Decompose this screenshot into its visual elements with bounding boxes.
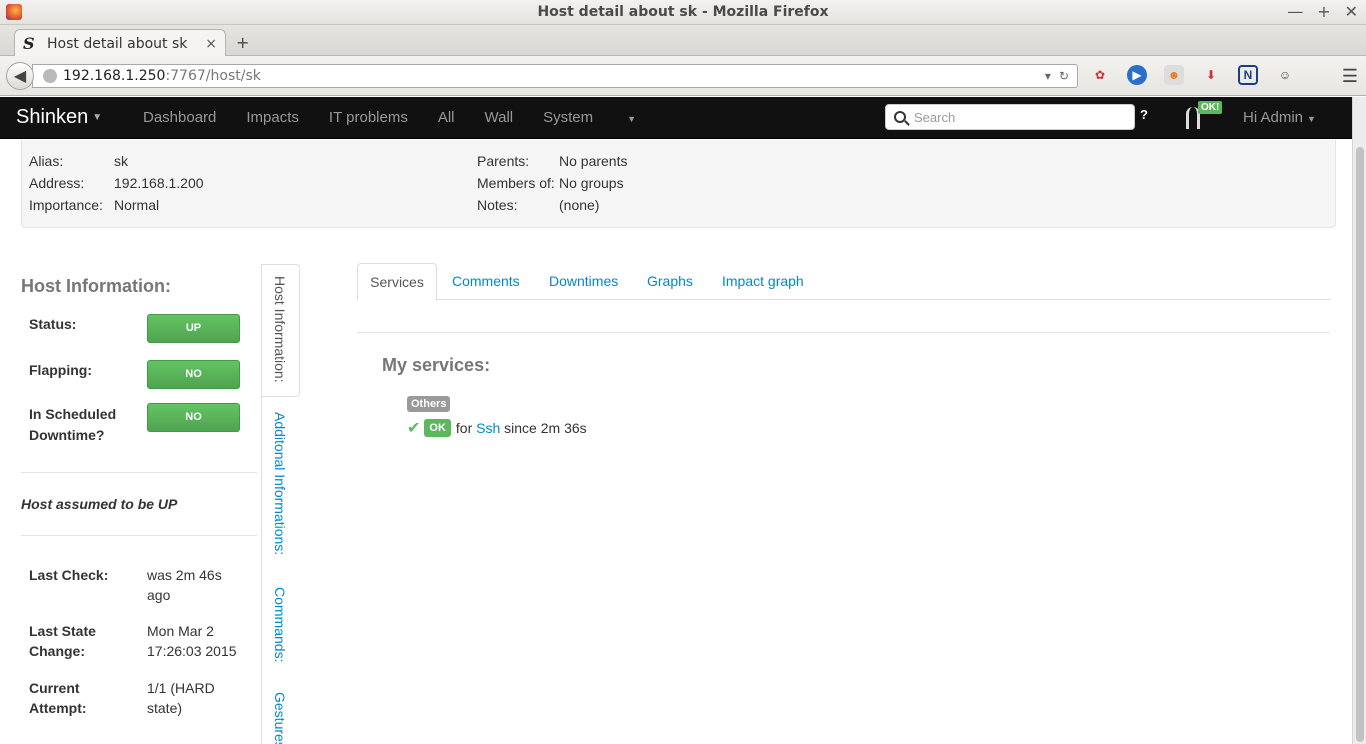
chevron-down-icon: ▼ xyxy=(627,114,637,124)
scrollbar-thumb[interactable] xyxy=(1356,147,1364,742)
addon-n-icon[interactable]: N xyxy=(1238,65,1258,85)
importance-row: Importance: Normal xyxy=(29,197,160,213)
addon-chat-icon[interactable]: ☺ xyxy=(1275,65,1295,85)
main-menu: Dashboard Impacts IT problems All Wall S… xyxy=(143,109,666,126)
service-row: ✔ OK for Ssh since 2m 36s xyxy=(407,418,587,438)
side-tabs: Host Information: Additonal Informations… xyxy=(261,264,300,744)
chevron-down-icon: ▼ xyxy=(92,112,103,124)
divider xyxy=(21,472,257,473)
address-row: Address: 192.168.1.200 xyxy=(29,175,204,191)
menu-all[interactable]: All xyxy=(438,109,455,126)
status-label: Status: xyxy=(29,316,77,332)
alias-row: Alias: sk xyxy=(29,153,128,169)
parents-row: Parents: No parents xyxy=(477,153,628,169)
menu-system[interactable]: System ▼ xyxy=(543,109,636,126)
importance-value: Normal xyxy=(114,197,160,213)
shinken-navbar: Shinken ▼ Dashboard Impacts IT problems A… xyxy=(0,97,1352,139)
menu-impacts[interactable]: Impacts xyxy=(246,109,299,126)
tab-downtimes[interactable]: Downtimes xyxy=(549,263,618,300)
checkmark-icon: ✔ xyxy=(407,420,421,437)
back-arrow-icon: ◀ xyxy=(13,68,27,85)
shinken-favicon-icon: S xyxy=(23,34,35,53)
reload-icon[interactable]: ↻ xyxy=(1059,69,1069,83)
tab-additional-informations[interactable]: Additonal Informations: xyxy=(272,412,288,555)
url-bar[interactable]: 192.168.1.250:7767/host/sk ▾ ↻ xyxy=(32,64,1078,88)
addon-ghostery-icon[interactable]: ☻ xyxy=(1164,65,1184,85)
chevron-down-icon: ▼ xyxy=(1307,114,1316,124)
window-titlebar: Host detail about sk - Mozilla Firefox —… xyxy=(0,0,1366,25)
host-assumed-text: Host assumed to be UP xyxy=(21,496,178,512)
search-input[interactable] xyxy=(914,109,1114,125)
service-link-ssh[interactable]: Ssh xyxy=(476,420,500,436)
tab-title: Host detail about sk xyxy=(47,35,188,52)
window-title: Host detail about sk - Mozilla Firefox xyxy=(537,4,829,20)
ok-badge: OK! xyxy=(1198,101,1223,114)
tab-impact-graph[interactable]: Impact graph xyxy=(722,263,804,300)
host-summary-box: Alias: sk Address: 192.168.1.200 Importanc… xyxy=(21,140,1336,228)
menu-dashboard[interactable]: Dashboard xyxy=(143,109,216,126)
parents-value: No parents xyxy=(559,153,628,169)
page-scrollbar[interactable] xyxy=(1352,97,1366,744)
notes-value: (none) xyxy=(559,197,600,213)
downtime-badge: NO xyxy=(147,403,240,432)
last-state-change-label: Last State Change: xyxy=(29,623,96,659)
service-state-badge: OK xyxy=(424,419,451,437)
flapping-label: Flapping: xyxy=(29,362,92,378)
back-button[interactable]: ◀ xyxy=(6,62,34,90)
members-value: No groups xyxy=(559,175,624,191)
url-text[interactable]: 192.168.1.250:7767/host/sk xyxy=(63,68,1045,84)
maximize-button[interactable]: + xyxy=(1317,2,1330,21)
my-services-title: My services: xyxy=(382,355,491,375)
brand-menu[interactable]: Shinken ▼ xyxy=(16,106,102,129)
tab-commands[interactable]: Commands: xyxy=(272,587,288,662)
host-information-title: Host Information: xyxy=(21,276,171,296)
divider xyxy=(357,332,1330,333)
search-icon xyxy=(894,111,906,123)
current-attempt-value: 1/1 (HARD state) xyxy=(147,680,215,716)
menu-it-problems[interactable]: IT problems xyxy=(329,109,408,126)
addon-play-icon[interactable]: ▶ xyxy=(1127,65,1147,85)
tab-services[interactable]: Services xyxy=(357,263,437,301)
url-controls: ▾ ↻ xyxy=(1045,69,1069,83)
address-value: 192.168.1.200 xyxy=(114,175,204,191)
downtime-label: In Scheduled Downtime? xyxy=(29,406,117,443)
divider xyxy=(21,535,257,536)
flapping-badge: NO xyxy=(147,360,240,389)
members-row: Members of: No groups xyxy=(477,175,624,191)
last-state-change-value: Mon Mar 2 17:26:03 2015 xyxy=(147,623,237,659)
search-box[interactable] xyxy=(885,104,1135,130)
page-content: Alias: sk Address: 192.168.1.200 Importanc… xyxy=(0,140,1352,744)
history-dropdown-icon[interactable]: ▾ xyxy=(1045,69,1051,83)
current-attempt-label: Current Attempt: xyxy=(29,680,87,716)
addon-chili-icon[interactable]: ✿ xyxy=(1090,65,1110,85)
tab-strip: S Host detail about sk × + xyxy=(0,25,1366,57)
service-prefix: for xyxy=(455,420,473,436)
tab-close-icon[interactable]: × xyxy=(205,36,217,52)
menu-wall[interactable]: Wall xyxy=(485,109,514,126)
help-icon[interactable]: ? xyxy=(1140,107,1152,122)
new-tab-button[interactable]: + xyxy=(236,33,249,52)
main-tabs: Services Comments Downtimes Graphs Impac… xyxy=(357,263,1330,301)
tab-graphs[interactable]: Graphs xyxy=(647,263,693,300)
close-window-button[interactable]: ✕ xyxy=(1345,2,1358,21)
status-badge: UP xyxy=(147,314,240,343)
minimize-button[interactable]: — xyxy=(1287,2,1303,21)
tab-host-information[interactable]: Host Information: xyxy=(272,276,288,383)
window-controls: — + ✕ xyxy=(1287,2,1358,21)
last-check-label: Last Check: xyxy=(29,567,109,583)
browser-tab[interactable]: S Host detail about sk × xyxy=(14,29,226,57)
navigation-toolbar: 192.168.1.250:7767/host/sk ▾ ↻ ◀ ✿ ▶ ☻ ⬇… xyxy=(0,56,1366,96)
last-check-value: was 2m 46s ago xyxy=(147,567,222,603)
hamburger-menu-icon[interactable]: ☰ xyxy=(1342,66,1358,87)
service-since: since 2m 36s xyxy=(504,420,587,436)
site-identity-icon[interactable] xyxy=(43,69,57,83)
tab-gestures[interactable]: Gestures: xyxy=(272,692,288,744)
addon-toolbar: ✿ ▶ ☻ ⬇ N ☺ xyxy=(1090,65,1295,85)
alias-value: sk xyxy=(114,153,128,169)
tab-comments[interactable]: Comments xyxy=(452,263,520,300)
service-group-label: Others xyxy=(407,396,451,412)
notes-row: Notes: (none) xyxy=(477,197,600,213)
addon-download-icon[interactable]: ⬇ xyxy=(1201,65,1221,85)
user-menu[interactable]: Hi Admin ▼ xyxy=(1243,109,1316,126)
